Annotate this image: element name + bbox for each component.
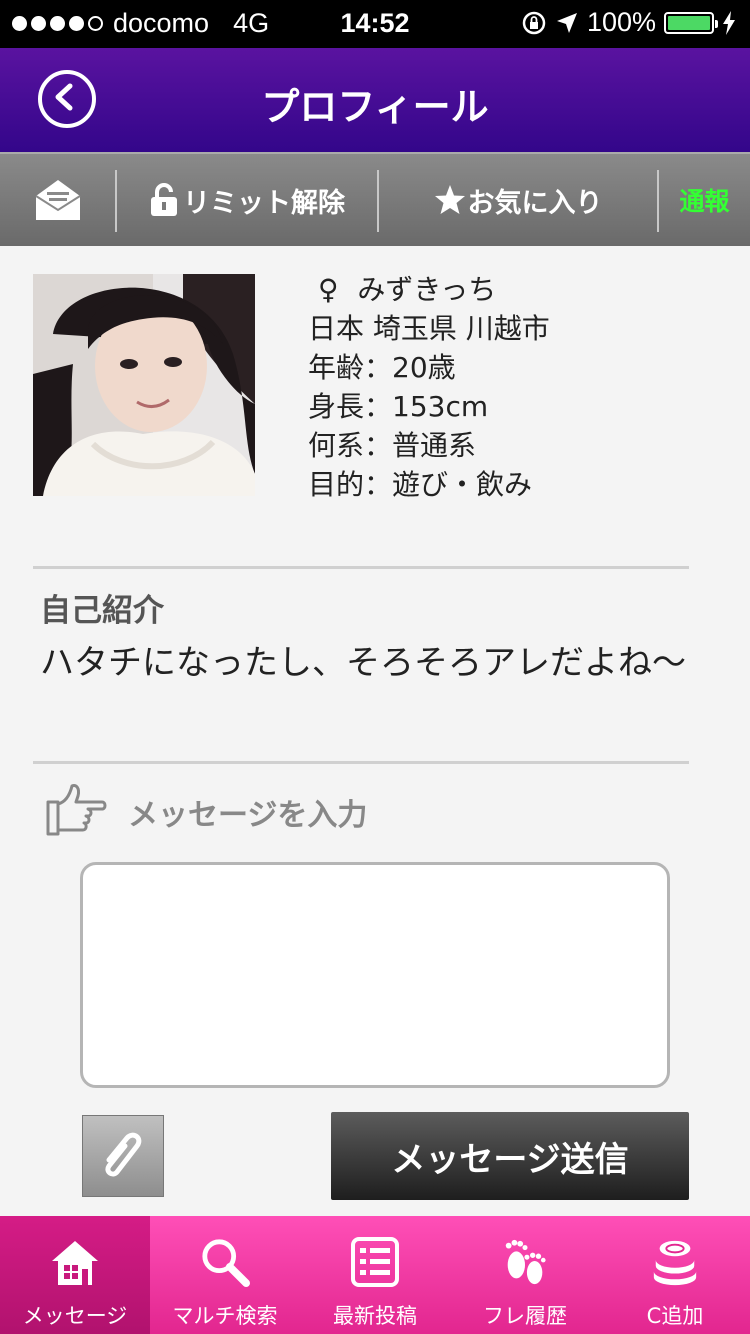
charging-bolt-icon: [723, 10, 735, 35]
star-icon: [434, 185, 465, 214]
gender-symbol: ♀: [318, 273, 339, 306]
search-icon: [200, 1234, 250, 1289]
navigation-bar: プロフィール: [0, 48, 750, 152]
profile-name: みずきっち: [357, 273, 497, 306]
report-button[interactable]: 通報: [659, 154, 750, 246]
attach-button[interactable]: [82, 1115, 164, 1197]
rotation-lock-icon: [522, 11, 546, 34]
house-icon: [50, 1234, 100, 1289]
tab-multi-search[interactable]: マルチ検索: [150, 1216, 300, 1334]
status-bar: docomo 4G 14:52 100%: [0, 0, 750, 48]
tab-label: 最新投稿: [333, 1304, 417, 1328]
unlock-icon: [151, 183, 177, 216]
message-heading: メッセージを入力: [128, 798, 368, 833]
tab-latest-posts[interactable]: 最新投稿: [300, 1216, 450, 1334]
envelope-icon: [34, 180, 81, 220]
profile-action-toolbar: リミット解除 お気に入り 通報: [0, 152, 750, 246]
profile-details: ♀ みずきっち 日本 埼玉県 川越市 年齢：20歳 身長：153cm 何系：普通…: [308, 270, 550, 504]
intro-title: 自己紹介: [40, 593, 164, 629]
tab-add-coins[interactable]: C追加: [600, 1216, 750, 1334]
location-arrow-icon: [556, 12, 577, 33]
battery-percent: 100%: [586, 7, 656, 37]
message-input[interactable]: [80, 862, 670, 1088]
favorite-button[interactable]: お気に入り: [379, 154, 657, 246]
list-icon: [350, 1234, 400, 1289]
paperclip-icon: [105, 1132, 142, 1177]
tab-label: マルチ検索: [172, 1304, 278, 1328]
section-divider: [33, 761, 689, 764]
profile-photo[interactable]: [33, 274, 255, 496]
tab-label: C追加: [646, 1304, 704, 1328]
tab-footprints[interactable]: フレ履歴: [450, 1216, 600, 1334]
page-title: プロフィール: [261, 85, 489, 129]
profile-height: 身長：153cm: [308, 390, 489, 423]
send-message-label: メッセージ送信: [391, 1139, 629, 1180]
profile-location: 日本 埼玉県 川越市: [308, 312, 550, 345]
battery-icon: [664, 11, 718, 34]
tab-message[interactable]: メッセージ: [0, 1216, 150, 1334]
section-divider: [33, 566, 689, 569]
footprints-icon: [500, 1234, 550, 1289]
profile-age: 年齢：20歳: [308, 351, 456, 384]
limit-release-button[interactable]: リミット解除: [117, 154, 377, 246]
mail-button[interactable]: [0, 154, 115, 246]
send-message-button[interactable]: メッセージ送信: [331, 1112, 689, 1200]
profile-photo-image: [33, 274, 255, 496]
intro-text: ハタチになったし、そろそろアレだよね～: [40, 643, 686, 683]
coins-icon: [650, 1234, 700, 1289]
profile-purpose: 目的：遊び・飲み: [308, 468, 533, 501]
pointing-hand-icon: [44, 782, 108, 842]
limit-release-label: リミット解除: [183, 187, 345, 219]
bottom-tab-bar: メッセージ マルチ検索 最新投稿 フレ履歴 C追加: [0, 1216, 750, 1334]
favorite-label: お気に入り: [467, 187, 603, 219]
tab-label: メッセージ: [22, 1304, 128, 1328]
profile-type: 何系：普通系: [308, 429, 477, 462]
report-label: 通報: [679, 187, 730, 216]
profile-name-line: ♀ みずきっち: [308, 270, 550, 309]
tab-label: フレ履歴: [483, 1304, 567, 1328]
